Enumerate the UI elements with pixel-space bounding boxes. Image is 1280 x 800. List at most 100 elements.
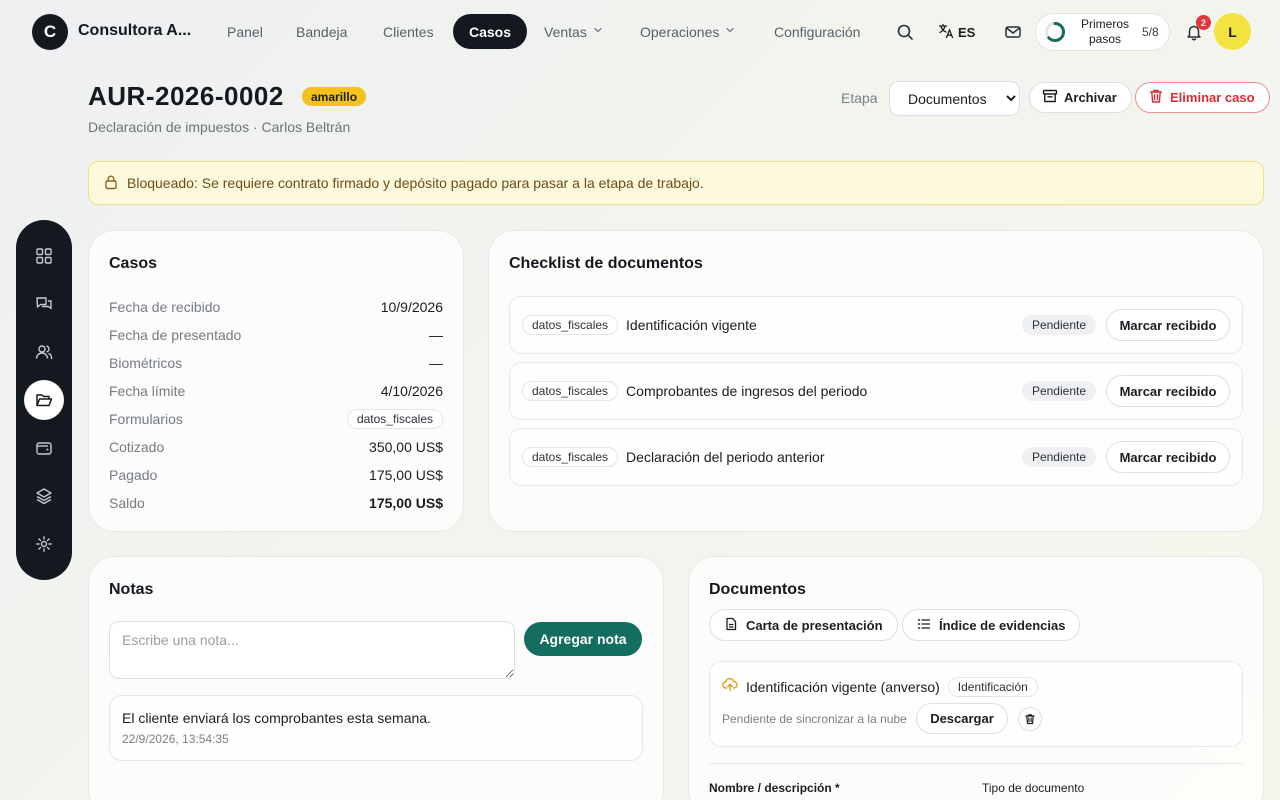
card-title: Documentos <box>709 581 806 598</box>
delete-label: Eliminar caso <box>1170 90 1255 105</box>
notification-badge: 2 <box>1196 15 1211 30</box>
row-label: Biométricos <box>109 355 183 371</box>
checklist-item-name: Comprobantes de ingresos del periodo <box>626 383 868 399</box>
download-button[interactable]: Descargar <box>916 703 1008 734</box>
form-chip: datos_fiscales <box>522 315 619 335</box>
folder-icon[interactable] <box>24 380 64 420</box>
summary-row-forms: Formularios datos_fiscales <box>109 409 443 429</box>
grid-icon[interactable] <box>24 236 64 276</box>
status-chip: Pendiente <box>1021 447 1096 467</box>
row-value: — <box>429 327 443 343</box>
alert-text: Bloqueado: Se requiere contrato firmado … <box>127 175 704 191</box>
summary-row-filed: Fecha de presentado — <box>109 325 443 345</box>
progress-ring-icon <box>1045 22 1065 42</box>
archive-label: Archivar <box>1064 90 1117 105</box>
status-chip: Pendiente <box>1021 315 1096 335</box>
nav-label: Bandeja <box>296 23 348 40</box>
onboarding-label: Primeros pasos <box>1074 17 1136 47</box>
document-item: Identificación vigente (anverso) Identif… <box>709 661 1243 747</box>
archive-button[interactable]: Archivar <box>1029 82 1132 113</box>
nav-item-configuracion[interactable]: Configuración <box>758 14 876 49</box>
avatar[interactable]: L <box>1214 13 1251 50</box>
note-input[interactable] <box>109 621 515 679</box>
nav-label: Panel <box>227 23 263 40</box>
gear-icon[interactable] <box>24 524 64 564</box>
nav-item-clientes[interactable]: Clientes <box>367 14 450 49</box>
form-chip: datos_fiscales <box>522 381 619 401</box>
document-type-chip: Identificación <box>947 676 1038 697</box>
note-timestamp: 22/9/2026, 13:54:35 <box>122 732 229 746</box>
nav-label: Operaciones <box>640 23 720 40</box>
checklist-row: datos_fiscales Comprobantes de ingresos … <box>509 362 1243 420</box>
search-icon[interactable] <box>891 18 919 46</box>
summary-row-deadline: Fecha límite 4/10/2026 <box>109 381 443 401</box>
case-summary-card: Casos Fecha de recibido 10/9/2026 Fecha … <box>88 230 464 532</box>
row-label: Pagado <box>109 467 158 483</box>
onboarding-count: 5/8 <box>1142 25 1159 39</box>
summary-row-biometrics: Biométricos — <box>109 353 443 373</box>
archive-icon <box>1042 88 1058 107</box>
trash-icon <box>1148 88 1164 107</box>
cover-letter-button[interactable]: Carta de presentación <box>709 609 898 641</box>
name-field-label: Nombre / descripción * <box>709 781 840 795</box>
nav-item-panel[interactable]: Panel <box>211 14 279 49</box>
onboarding-label-line1: Primeros <box>1080 17 1129 31</box>
document-item-header: Identificación vigente (anverso) Identif… <box>722 676 1038 697</box>
onboarding-label-line2: pasos <box>1088 32 1122 46</box>
card-title: Notas <box>109 581 154 598</box>
mark-received-button[interactable]: Marcar recibido <box>1106 309 1230 341</box>
nav-label: Clientes <box>383 23 434 40</box>
mark-received-button[interactable]: Marcar recibido <box>1106 441 1230 473</box>
evidence-index-button[interactable]: Índice de evidencias <box>902 609 1081 641</box>
note-item: El cliente enviará los comprobantes esta… <box>109 695 643 761</box>
chat-icon[interactable] <box>24 284 64 324</box>
notes-card: Notas Agregar nota El cliente enviará lo… <box>88 556 664 800</box>
documents-card: Documentos Carta de presentación Índice … <box>688 556 1264 800</box>
mark-received-button[interactable]: Marcar recibido <box>1106 375 1230 407</box>
status-badge: amarillo <box>302 87 367 106</box>
document-icon <box>724 617 738 634</box>
language-switcher[interactable]: ES <box>938 18 975 46</box>
sync-status: Pendiente de sincronizar a la nube <box>722 712 907 726</box>
checklist-row: datos_fiscales Identificación vigente Pe… <box>509 296 1243 354</box>
stage-select[interactable]: Documentos <box>889 81 1020 116</box>
delete-case-button[interactable]: Eliminar caso <box>1135 82 1270 113</box>
brand-name[interactable]: Consultora A... <box>78 22 191 40</box>
checklist-item-name: Declaración del periodo anterior <box>626 449 825 465</box>
form-chip: datos_fiscales <box>522 447 619 467</box>
row-value: — <box>429 355 443 371</box>
brand-logo[interactable]: C <box>32 14 68 50</box>
divider <box>709 763 1243 764</box>
status-chip: Pendiente <box>1021 381 1096 401</box>
document-name: Identificación vigente (anverso) <box>746 678 940 695</box>
onboarding-progress[interactable]: Primeros pasos 5/8 <box>1035 13 1170 51</box>
row-value: 175,00 US$ <box>369 467 443 483</box>
language-label: ES <box>958 24 976 40</box>
case-id-title: AUR-2026-0002 <box>88 81 284 111</box>
note-text: El cliente enviará los comprobantes esta… <box>122 710 431 726</box>
row-label: Formularios <box>109 411 183 427</box>
row-label: Cotizado <box>109 439 165 455</box>
nav-item-ventas[interactable]: Ventas <box>528 14 619 49</box>
mail-icon[interactable] <box>999 18 1027 46</box>
nav-item-operaciones[interactable]: Operaciones <box>624 14 751 49</box>
cloud-upload-icon <box>722 676 738 697</box>
nav-item-bandeja[interactable]: Bandeja <box>280 14 363 49</box>
row-label: Fecha de recibido <box>109 299 221 315</box>
translate-icon <box>938 23 954 42</box>
layers-icon[interactable] <box>24 476 64 516</box>
row-label: Fecha de presentado <box>109 327 242 343</box>
blocked-alert: Bloqueado: Se requiere contrato firmado … <box>88 161 1264 205</box>
stage-label: Etapa <box>841 90 878 106</box>
users-icon[interactable] <box>24 332 64 372</box>
summary-row-balance: Saldo 175,00 US$ <box>109 493 443 513</box>
row-label: Fecha límite <box>109 383 186 399</box>
checklist-item-name: Identificación vigente <box>626 317 757 333</box>
nav-item-casos[interactable]: Casos <box>453 14 528 49</box>
add-note-button[interactable]: Agregar nota <box>524 622 642 656</box>
wallet-icon[interactable] <box>24 428 64 468</box>
lock-icon <box>103 174 119 193</box>
nav-label: Ventas <box>544 23 587 40</box>
checklist-row: datos_fiscales Declaración del periodo a… <box>509 428 1243 486</box>
trash-icon[interactable] <box>1018 707 1042 731</box>
